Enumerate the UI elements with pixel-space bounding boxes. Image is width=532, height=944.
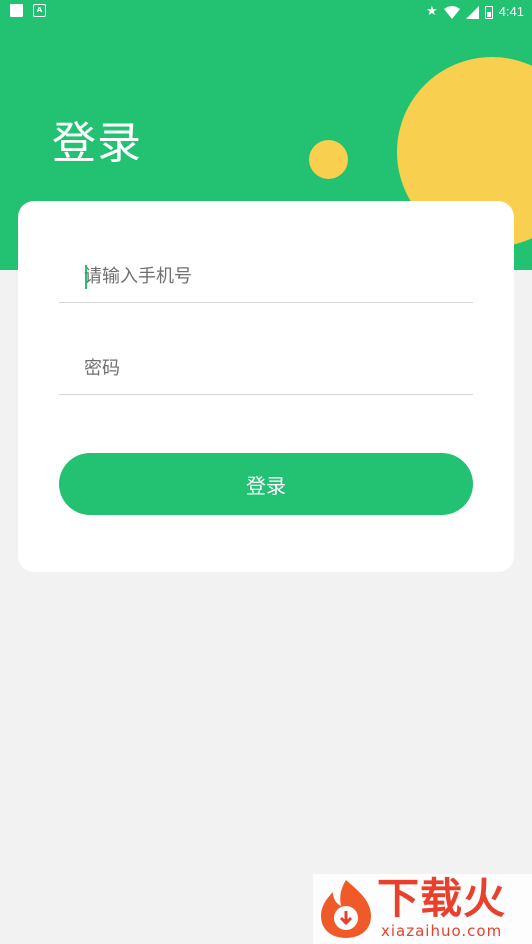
status-bar-left: A: [10, 4, 46, 17]
login-button[interactable]: 登录: [59, 453, 473, 515]
signal-icon: [465, 5, 479, 19]
decor-circle-small: [309, 140, 348, 179]
accessibility-a-icon: A: [33, 4, 46, 17]
watermark-domain: xiazaihuo.com: [381, 922, 503, 940]
watermark: 下载火 xiazaihuo.com: [313, 874, 532, 944]
notification-square-icon: [10, 4, 23, 17]
battery-icon: [484, 5, 493, 19]
password-input[interactable]: [84, 344, 464, 392]
status-time: 4:41: [498, 4, 524, 19]
flame-logo-icon: [321, 880, 371, 938]
phone-input[interactable]: [84, 252, 464, 300]
watermark-text: 下载火: [377, 874, 507, 923]
wifi-icon: [443, 5, 460, 19]
status-bar: A ★ 4:41: [0, 0, 532, 24]
password-field: [59, 344, 473, 395]
phone-field: [59, 252, 473, 303]
page-title: 登录: [52, 118, 142, 169]
star-icon: ★: [426, 4, 438, 19]
status-bar-right: ★ 4:41: [426, 2, 524, 22]
login-card: 登录: [18, 201, 514, 572]
